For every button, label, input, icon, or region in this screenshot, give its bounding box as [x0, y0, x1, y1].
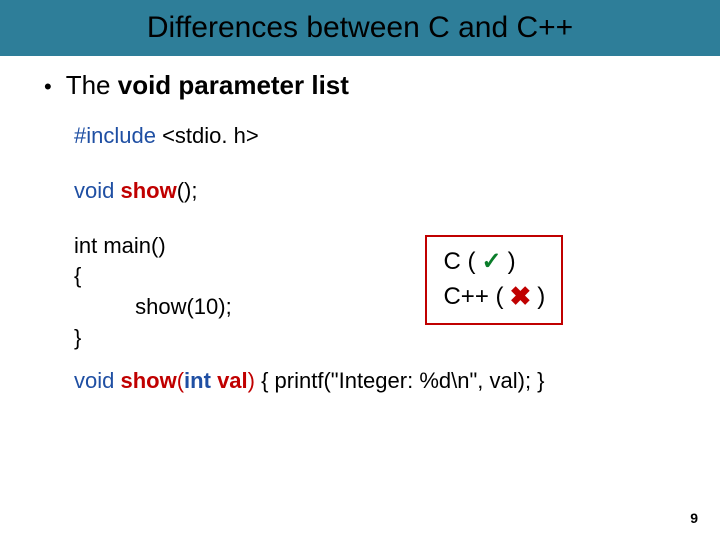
- result-cpp-close: ): [537, 280, 545, 314]
- code-decl: void show();: [74, 176, 680, 207]
- main-call: show(10);: [135, 294, 232, 319]
- check-icon: ✓: [481, 245, 501, 279]
- bullet-dot: •: [44, 76, 52, 98]
- page-number: 9: [690, 510, 698, 526]
- main-code: int main() { show(10); }: [74, 231, 425, 354]
- content-area: • The void parameter list #include <stdi…: [0, 56, 720, 397]
- include-target: <stdio. h>: [156, 123, 259, 148]
- bullet-prefix: The: [66, 70, 118, 100]
- bullet-keyword: void parameter list: [118, 70, 349, 100]
- code-block: #include <stdio. h> void show(); int mai…: [74, 121, 680, 397]
- result-c: C (✓): [443, 245, 545, 279]
- result-box: C (✓) C++ (✖): [425, 235, 563, 325]
- main-l4: }: [74, 323, 425, 354]
- def-void: void: [74, 368, 114, 393]
- main-l2: {: [74, 261, 425, 292]
- bullet-item: • The void parameter list: [44, 70, 680, 101]
- result-cpp: C++ (✖): [443, 278, 545, 314]
- def-show: show: [120, 368, 176, 393]
- decl-void: void: [74, 178, 114, 203]
- result-c-label: C (: [443, 245, 475, 279]
- def-open: (: [177, 368, 184, 393]
- include-keyword: #include: [74, 123, 156, 148]
- slide: Differences between C and C++ • The void…: [0, 0, 720, 540]
- main-l3: show(10);: [74, 292, 425, 323]
- spacer: [74, 152, 680, 176]
- main-and-result-row: int main() { show(10); } C (✓) C++ (✖): [74, 231, 680, 354]
- decl-rest: ();: [177, 178, 198, 203]
- def-body: { printf("Integer: %d\n", val); }: [255, 368, 545, 393]
- code-include: #include <stdio. h>: [74, 121, 680, 152]
- def-close: ): [248, 368, 255, 393]
- main-indent: [74, 294, 135, 319]
- def-int: int: [184, 368, 211, 393]
- result-c-close: ): [508, 245, 516, 279]
- result-cpp-label: C++ (: [443, 280, 503, 314]
- def-val: val: [217, 368, 248, 393]
- slide-title: Differences between C and C++: [147, 11, 573, 45]
- bullet-text: The void parameter list: [66, 70, 349, 101]
- spacer: [74, 354, 680, 366]
- result-area: C (✓) C++ (✖): [425, 231, 680, 325]
- spacer: [74, 207, 680, 231]
- code-def: void show(int val) { printf("Integer: %d…: [74, 366, 680, 397]
- title-bar: Differences between C and C++: [0, 0, 720, 56]
- cross-icon: ✖: [510, 278, 532, 314]
- main-l1: int main(): [74, 231, 425, 262]
- decl-show: show: [120, 178, 176, 203]
